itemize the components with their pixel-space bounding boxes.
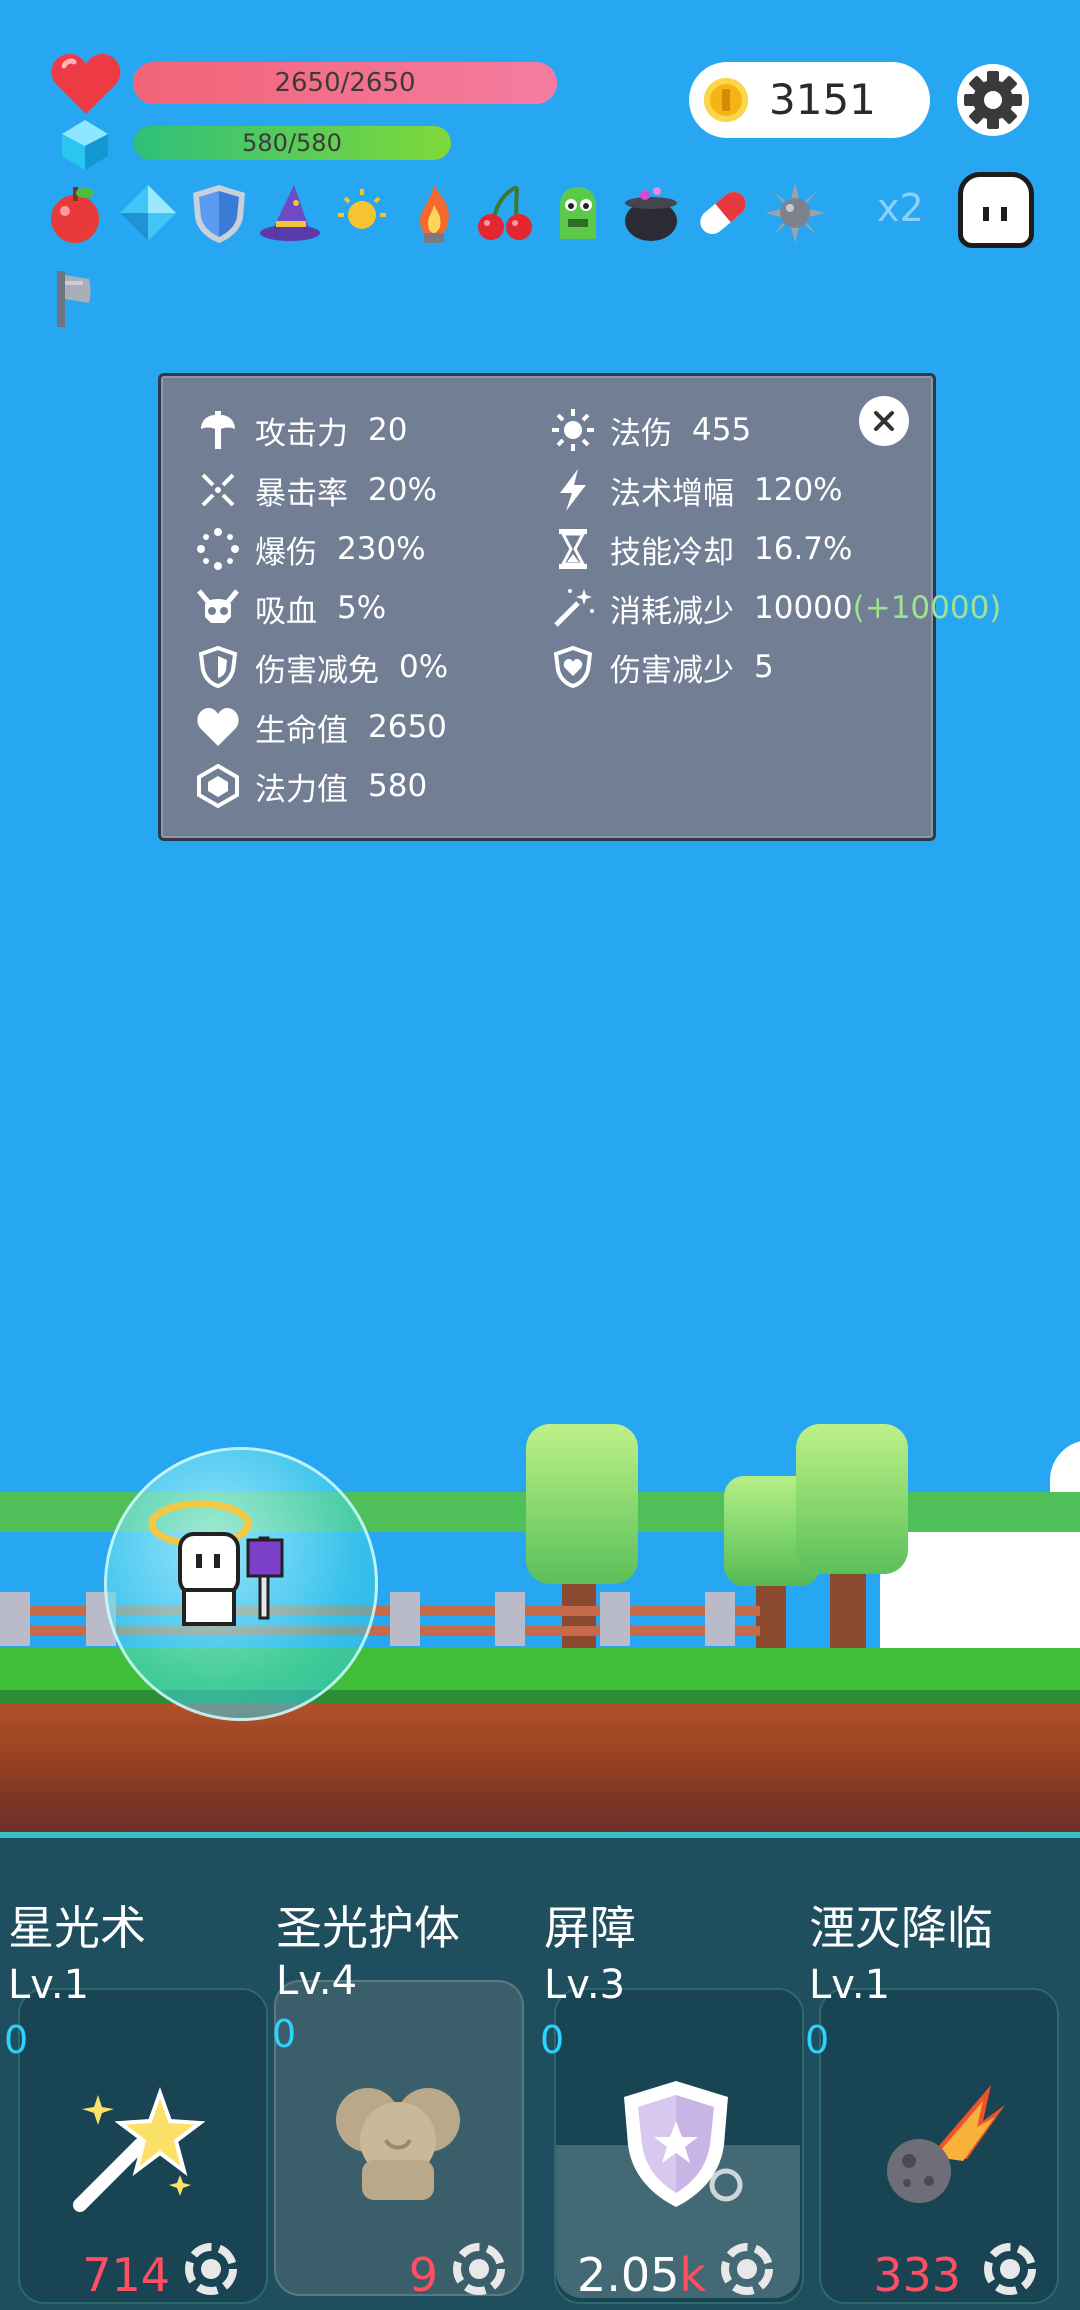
cost-reduction-bonus: (+10000): [852, 590, 1002, 626]
soul-orb-icon: [185, 2243, 237, 2295]
hp-bar: 2650/2650: [133, 62, 557, 104]
ghost-icon[interactable]: [958, 172, 1034, 248]
stat-magic-damage: 法伤 455: [550, 408, 751, 452]
skill-count: 0: [805, 2018, 830, 2062]
skill-cost: 333: [873, 2248, 961, 2302]
skill-cost: 714: [82, 2248, 170, 2302]
holy-guard-icon: [336, 2088, 460, 2200]
skill-name: 屏障: [544, 1901, 636, 1955]
hp-text: 2650/2650: [274, 68, 416, 98]
stat-hp: 生命值 2650: [195, 705, 447, 749]
skill-level: Lv.3: [544, 1962, 626, 2008]
skill-count: 0: [272, 2012, 297, 2056]
gear-icon: [964, 71, 1022, 129]
skill-level: Lv.1: [809, 1962, 891, 2008]
axe-icon: [201, 411, 235, 449]
stat-attack: 攻击力 20: [195, 408, 407, 452]
close-button[interactable]: [859, 396, 909, 446]
coin-value: 3151: [769, 75, 876, 124]
spiked-ball-icon[interactable]: [763, 181, 827, 245]
burst-ring-icon: [197, 528, 239, 570]
skill-cost: 9: [408, 2248, 438, 2302]
axe-icon[interactable]: [43, 265, 107, 329]
heart-icon: [197, 708, 239, 746]
skill-count: 0: [4, 2018, 29, 2062]
skill-cost: 2.05k: [576, 2248, 706, 2302]
stat-cooldown: 技能冷却 16.7%: [550, 527, 852, 571]
buff-multiplier: x2: [877, 186, 924, 230]
settings-button[interactable]: [957, 64, 1029, 136]
mp-bar: 580/580: [133, 126, 451, 160]
skill-annihilation[interactable]: 湮灭降临 Lv.1 0 333: [801, 1880, 1063, 2310]
stat-mp: 法力值 580: [195, 763, 427, 809]
horned-skull-icon: [197, 589, 239, 623]
fence-post: [495, 1592, 525, 1646]
green-monster-icon[interactable]: [546, 181, 610, 245]
diamond-icon[interactable]: [116, 181, 180, 245]
sun-icon[interactable]: [330, 181, 394, 245]
sun-burst-icon: [552, 409, 594, 451]
shield-icon[interactable]: [187, 181, 251, 245]
stat-spell-amp: 法术增幅 120%: [550, 468, 843, 512]
fence-post: [0, 1592, 30, 1646]
skill-barrier[interactable]: 屏障 Lv.3 0 2.05k: [536, 1880, 804, 2310]
cherry-icon[interactable]: [473, 181, 537, 245]
skill-level: Lv.1: [8, 1962, 90, 2008]
stat-lifesteal: 吸血 5%: [195, 586, 386, 630]
lightning-icon: [560, 469, 586, 511]
skill-starlight[interactable]: 星光术 Lv.1 0 714: [0, 1880, 268, 2310]
crit-cross-icon: [201, 473, 235, 507]
hourglass-icon: [559, 529, 587, 569]
barrier-shield-icon: [624, 2081, 743, 2207]
skill-name: 湮灭降临: [809, 1901, 993, 1955]
stat-damage-reduction-pct: 伤害减免 0%: [195, 645, 448, 689]
close-icon: [874, 411, 894, 431]
skill-name: 圣光护体: [276, 1901, 460, 1955]
fence-post: [600, 1592, 630, 1646]
stat-crit-damage: 爆伤 230%: [195, 527, 426, 571]
cauldron-icon[interactable]: [619, 181, 683, 245]
hero-character[interactable]: [140, 1490, 310, 1650]
fence-post: [390, 1592, 420, 1646]
coin-icon: [704, 78, 748, 122]
heart-icon: [51, 54, 121, 114]
soul-orb-icon: [453, 2243, 505, 2295]
skill-count: 0: [540, 2018, 565, 2062]
fence-post: [705, 1592, 735, 1646]
skill-holy-guard[interactable]: 圣光护体 Lv.4 0 9: [268, 1880, 530, 2310]
tree: [796, 1424, 908, 1574]
wizard-hat-icon[interactable]: [258, 181, 322, 245]
star-wand-icon: [73, 2087, 206, 2212]
pill-icon[interactable]: [691, 181, 755, 245]
shield-outline-icon: [198, 645, 238, 689]
mana-crystal-icon: [62, 120, 108, 170]
heart-shield-icon: [553, 645, 593, 689]
mp-text: 580/580: [242, 129, 342, 157]
soul-orb-icon: [721, 2243, 773, 2295]
magic-wand-icon: [554, 589, 594, 627]
meteor-icon: [887, 2085, 1005, 2203]
stat-crit-rate: 暴击率 20%: [195, 468, 437, 512]
skill-name: 星光术: [8, 1901, 146, 1955]
flame-icon[interactable]: [402, 181, 466, 245]
apple-icon[interactable]: [43, 181, 107, 245]
soul-orb-icon: [984, 2243, 1036, 2295]
stat-damage-reduction-flat: 伤害减少 5: [550, 645, 774, 689]
coin-counter[interactable]: 3151: [689, 62, 930, 138]
ground-dirt: [0, 1704, 1080, 1832]
gem-icon: [197, 763, 239, 809]
stat-cost-reduction: 消耗减少 10000 (+10000): [550, 586, 1001, 630]
tree: [526, 1424, 638, 1584]
skill-level: Lv.4: [276, 1958, 358, 2004]
